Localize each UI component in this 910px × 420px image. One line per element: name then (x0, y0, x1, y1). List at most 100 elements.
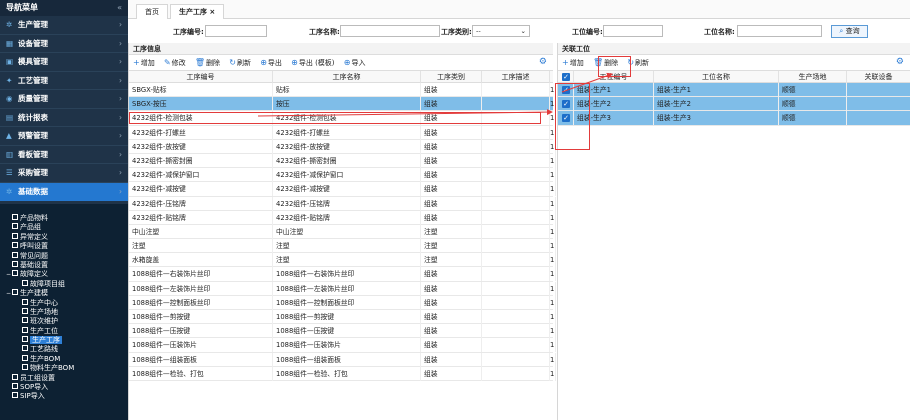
table-cell-edge: 1 (550, 281, 556, 296)
table-cell: 4232组件-撕密封圈 (129, 153, 273, 168)
table-cell (482, 338, 550, 353)
import-button[interactable]: ⊕导入 (344, 55, 366, 71)
col-process-desc[interactable]: 工序描述 (482, 71, 550, 83)
table-row[interactable]: ✓ 组装-生产3 组装-生产3 顺德 (558, 111, 910, 126)
gear-icon[interactable]: ⚙ (539, 55, 547, 70)
menu-item[interactable]: ✲ 生产管理 › (0, 16, 128, 35)
tree-node[interactable]: − 故障定义 (0, 270, 128, 279)
tree-node-label: 生产工位 (30, 326, 58, 335)
tree-node[interactable]: 工艺路线 (0, 345, 128, 354)
table-row[interactable]: 1088组件—右装饰片丝印 1088组件—右装饰片丝印 组装 1 (129, 267, 556, 282)
station-name-input[interactable] (737, 25, 822, 37)
table-cell: 组装 (421, 97, 482, 112)
tree-node[interactable]: 班次维护 (0, 317, 128, 326)
export-template-button[interactable]: ⊕导出 (模板) (291, 55, 334, 71)
table-row[interactable]: ✓ 组装-生产2 组装-生产2 顺德 (558, 97, 910, 112)
table-row[interactable]: 4232组件-撕密封圈 4232组件-撕密封圈 组装 1 (129, 153, 556, 169)
menu-item[interactable]: ✲ 基础数据 › (0, 182, 128, 201)
tree-node[interactable]: 生产中心 (0, 298, 128, 308)
table-cell: 组装 (421, 139, 482, 154)
tree-node[interactable]: 生产BOM (0, 354, 128, 364)
table-row[interactable]: 4232组件-放按键 4232组件-放按键 组装 1 (129, 139, 556, 154)
table-row[interactable]: 4232组件-贴铭牌 4232组件-贴铭牌 组装 1 (129, 210, 556, 225)
table-row[interactable]: 4232组件-减按键 4232组件-减按键 组装 1 (129, 182, 556, 197)
search-icon: ⌕ (839, 27, 844, 35)
col-process-code[interactable]: 工序编号 (129, 71, 273, 83)
table-cell: SBGX-贴标 (129, 83, 273, 97)
tree-node[interactable]: 呼叫设置 (0, 242, 128, 251)
tree-node[interactable]: 产品物料 (0, 214, 128, 223)
table-row[interactable]: 1088组件—压装饰片 1088组件—压装饰片 组装 1 (129, 338, 556, 353)
menu-item[interactable]: ◉ 质量管理 › (0, 90, 128, 109)
refresh-button[interactable]: ↻刷新 (229, 55, 251, 71)
table-row[interactable]: 4232组件-压铭牌 4232组件-压铭牌 组装 1 (129, 196, 556, 211)
col-linked-device[interactable]: 关联设备 (847, 71, 910, 83)
table-row[interactable]: 中山注塑 中山注塑 注塑 1 (129, 224, 556, 240)
table-cell (482, 97, 550, 112)
col-process-type[interactable]: 工序类别 (421, 71, 482, 83)
tab-process[interactable]: 生产工序 × (170, 4, 225, 19)
table-row[interactable]: 1088组件—控制面板丝印 1088组件—控制面板丝印 组装 1 (129, 295, 556, 310)
process-type-select[interactable]: -- ⌄ (472, 25, 530, 37)
menu-item[interactable]: ▤ 统计报表 › (0, 109, 128, 127)
menu-item[interactable]: ☰ 采购管理 › (0, 164, 128, 183)
table-row[interactable]: ✓ 组装-生产1 组装-生产1 顺德 (558, 83, 910, 98)
process-code-input[interactable] (205, 25, 267, 37)
check-icon: ✓ (562, 73, 570, 81)
col-process-name[interactable]: 工序名称 (273, 71, 421, 83)
tree-node[interactable]: 产品组 (0, 223, 128, 232)
table-row[interactable]: 注塑 注塑 注塑 1 (129, 239, 556, 254)
file-icon (12, 289, 18, 296)
menu-item[interactable]: ✦ 工艺管理 › (0, 72, 128, 90)
table-row[interactable]: 1088组件—组装面板 1088组件—组装面板 组装 1 (129, 352, 556, 367)
table-cell: 组装 (421, 182, 482, 197)
tree-node[interactable]: − 生产建模 (0, 289, 128, 298)
table-row[interactable]: 1088组件—左装饰片丝印 1088组件—左装饰片丝印 组装 1 (129, 281, 556, 296)
tree-node[interactable]: 生产场地 (0, 307, 128, 317)
process-name-input[interactable] (340, 25, 440, 37)
menu-item[interactable]: ▥ 看板管理 › (0, 146, 128, 164)
tree-node[interactable]: 常见问题 (0, 251, 128, 261)
table-row[interactable]: 4232组件-打螺丝 4232组件-打螺丝 组装 1 (129, 125, 556, 140)
table-cell: 4232组件-打螺丝 (273, 125, 421, 140)
col-site[interactable]: 生产场地 (779, 71, 847, 83)
query-button[interactable]: ⌕ 查询 (831, 25, 868, 38)
tree-node[interactable]: 生产工位 (0, 326, 128, 336)
refresh-icon: ↻ (229, 58, 236, 67)
collapse-icon[interactable]: « (117, 0, 122, 16)
tree-node[interactable]: 员工组设置 (0, 373, 128, 383)
table-row[interactable]: 水箱旋盖 注塑 注塑 1 (129, 253, 556, 268)
station-code-input[interactable] (603, 25, 663, 37)
tree-node[interactable]: 生产工序 (0, 336, 128, 345)
gear-icon[interactable]: ⚙ (896, 55, 904, 70)
tab-home[interactable]: 首页 (136, 4, 168, 19)
tree-node[interactable]: SIP导入 (0, 392, 128, 401)
table-cell: 4232组件-减按键 (273, 182, 421, 197)
table-cell: 组装 (421, 125, 482, 140)
select-all-checkbox[interactable]: ✓ (558, 71, 574, 83)
table-cell: 1088组件—组装面板 (129, 352, 273, 367)
table-row[interactable]: 4232组件-减保护窗口 4232组件-减保护窗口 组装 1 (129, 168, 556, 183)
col-station-name[interactable]: 工位名称 (654, 71, 779, 83)
menu-item[interactable]: ▦ 设备管理 › (0, 35, 128, 53)
edit-button[interactable]: ✎修改 (164, 55, 186, 71)
station-add-button[interactable]: +增加 (562, 55, 584, 71)
export-button[interactable]: ⊕导出 (260, 55, 282, 71)
add-button[interactable]: +增加 (133, 55, 155, 71)
table-row[interactable]: 1088组件—剪按键 1088组件—剪按键 组装 1 (129, 310, 556, 325)
table-row[interactable]: 1088组件—压按键 1088组件—压按键 组装 1 (129, 324, 556, 339)
table-row[interactable]: 1088组件—检验、打包 1088组件—检验、打包 组装 1 (129, 366, 556, 381)
tab-bar: 首页 生产工序 × (128, 0, 910, 19)
delete-button[interactable]: 🗑删除 (195, 55, 220, 71)
menu-item[interactable]: ▲ 预警管理 › (0, 127, 128, 146)
tree-node[interactable]: 故障项目组 (0, 279, 128, 289)
menu-item[interactable]: ▣ 模具管理 › (0, 53, 128, 72)
file-icon (12, 214, 18, 220)
tree-node[interactable]: 基础设置 (0, 260, 128, 270)
tree-node-label: 产品组 (20, 223, 41, 232)
table-row[interactable]: SBGX-按压 按压 组装 1 (129, 97, 556, 112)
tree-node[interactable]: SOP导入 (0, 383, 128, 392)
tree-node[interactable]: 物料生产BOM (0, 364, 128, 373)
tree-node[interactable]: 异常定义 (0, 232, 128, 242)
table-row[interactable]: SBGX-贴标 贴标 组装 1 (129, 83, 556, 98)
